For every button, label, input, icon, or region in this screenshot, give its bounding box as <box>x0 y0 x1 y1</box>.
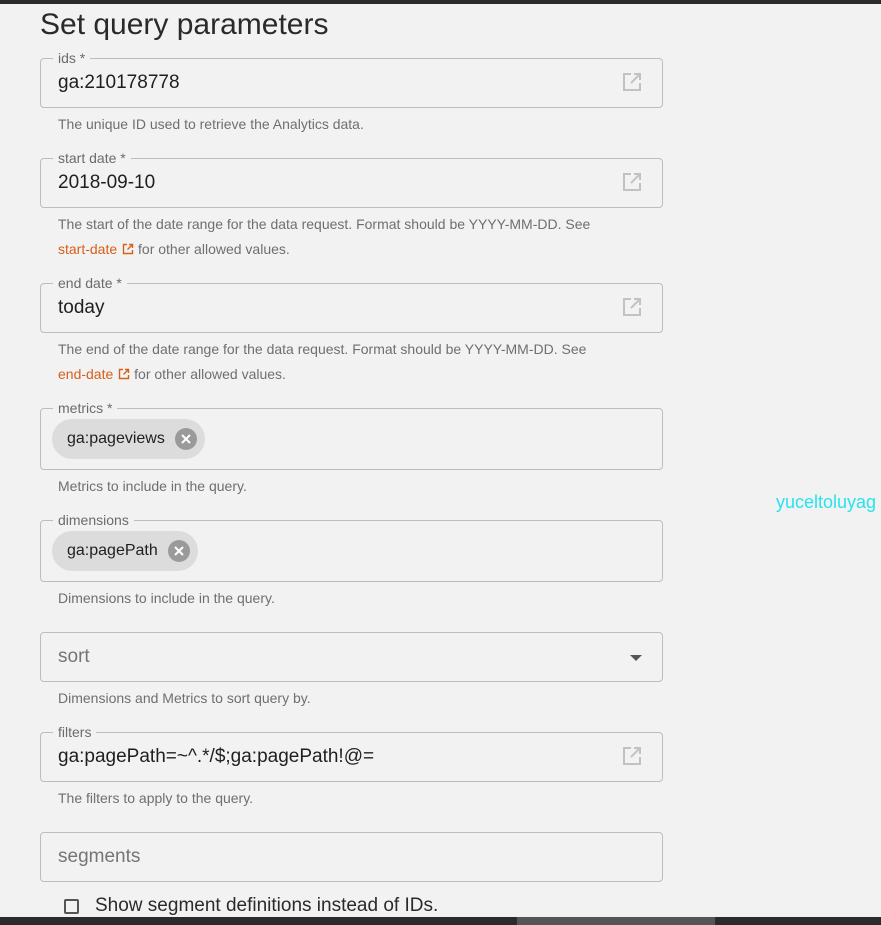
open-in-new-icon[interactable] <box>620 295 644 319</box>
horizontal-scrollbar[interactable] <box>0 917 881 925</box>
sort-placeholder: sort <box>58 646 90 667</box>
page-title: Set query parameters <box>40 8 329 41</box>
ids-hint: The unique ID used to retrieve the Analy… <box>58 116 364 132</box>
ids-value[interactable]: ga:210178778 <box>58 59 180 107</box>
dimensions-field[interactable]: dimensions ga:pagePath <box>40 512 663 582</box>
segments-field[interactable]: segments <box>40 832 663 882</box>
start-date-link[interactable]: start-date <box>58 241 134 257</box>
chip-label: ga:pageviews <box>67 430 165 447</box>
chip-label: ga:pagePath <box>67 542 158 559</box>
ids-field[interactable]: ids * ga:210178778 <box>40 50 663 108</box>
dropdown-arrow-icon[interactable] <box>630 655 642 661</box>
top-bar <box>0 0 881 4</box>
checkbox[interactable] <box>64 898 79 914</box>
external-link-icon <box>122 243 134 255</box>
metrics-label: metrics * <box>53 400 118 416</box>
start-date-value[interactable]: 2018-09-10 <box>58 159 155 207</box>
start-date-hint-suffix: for other allowed values. <box>138 241 290 257</box>
open-in-new-icon[interactable] <box>620 744 644 768</box>
end-date-link[interactable]: end-date <box>58 366 130 382</box>
filters-hint: The filters to apply to the query. <box>58 790 254 806</box>
filters-value[interactable]: ga:pagePath=~^.*/$;ga:pagePath!@= <box>58 733 374 781</box>
end-date-hint: The end of the date range for the data r… <box>58 337 658 387</box>
checkbox-label: Show segment definitions instead of IDs. <box>95 895 439 916</box>
sort-hint: Dimensions and Metrics to sort query by. <box>58 690 311 706</box>
cancel-icon[interactable] <box>167 540 190 562</box>
start-date-hint-text: The start of the date range for the data… <box>58 216 591 232</box>
metrics-hint: Metrics to include in the query. <box>58 478 247 494</box>
end-date-value[interactable]: today <box>58 284 104 332</box>
end-date-field[interactable]: end date * today <box>40 275 663 333</box>
dimensions-hint: Dimensions to include in the query. <box>58 590 275 606</box>
watermark-text: yuceltoluyag <box>776 492 877 512</box>
open-in-new-icon[interactable] <box>620 170 644 194</box>
segments-placeholder: segments <box>58 846 141 867</box>
dimension-chip[interactable]: ga:pagePath <box>52 531 198 571</box>
dimensions-label: dimensions <box>53 512 134 528</box>
start-date-field[interactable]: start date * 2018-09-10 <box>40 150 663 208</box>
metric-chip[interactable]: ga:pageviews <box>52 419 205 459</box>
filters-field[interactable]: filters ga:pagePath=~^.*/$;ga:pagePath!@… <box>40 724 663 782</box>
segment-definitions-toggle[interactable]: Show segment definitions instead of IDs. <box>64 894 438 918</box>
external-link-icon <box>119 368 130 380</box>
end-date-hint-suffix: for other allowed values. <box>134 366 286 382</box>
sort-select[interactable]: sort <box>40 632 663 682</box>
start-date-hint: The start of the date range for the data… <box>58 212 658 262</box>
open-in-new-icon[interactable] <box>620 70 644 94</box>
cancel-icon[interactable] <box>174 428 197 450</box>
metrics-field[interactable]: metrics * ga:pageviews <box>40 400 663 470</box>
scrollbar-thumb[interactable] <box>517 917 715 925</box>
end-date-hint-text: The end of the date range for the data r… <box>58 341 587 357</box>
